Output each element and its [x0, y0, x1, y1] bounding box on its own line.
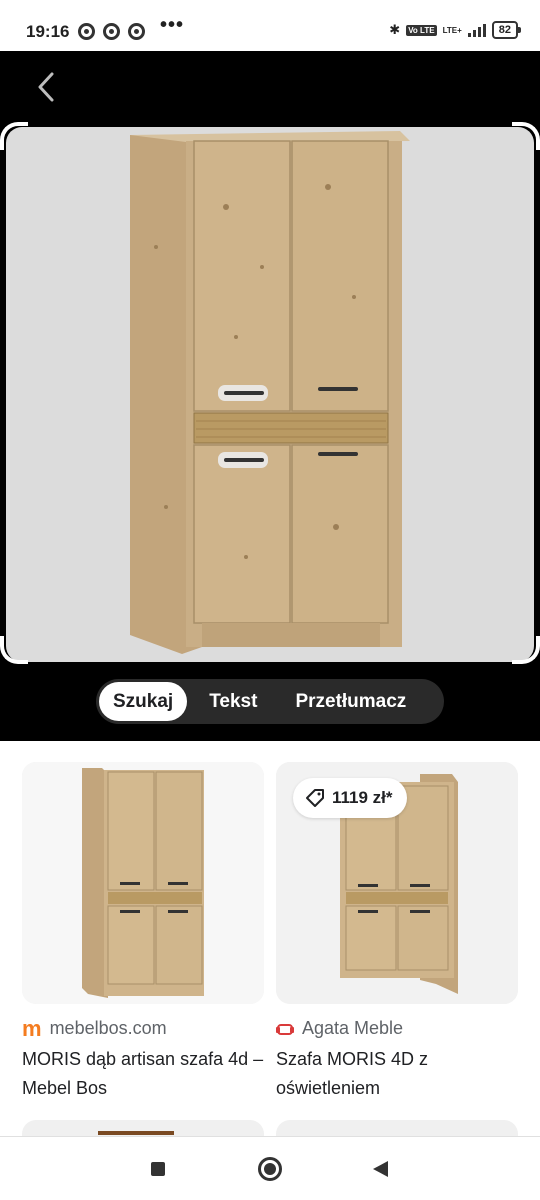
- tab-translate[interactable]: Przetłumacz: [281, 682, 420, 721]
- signal-icon: [467, 23, 486, 37]
- source-name: Agata Meble: [302, 1018, 404, 1038]
- home-button[interactable]: [240, 1137, 300, 1200]
- status-time: 19:16: [26, 22, 70, 41]
- chrome-icon: [128, 23, 145, 40]
- result-title[interactable]: Szafa MORIS 4D z oświetleniem: [276, 1045, 518, 1103]
- tab-text[interactable]: Tekst: [195, 682, 271, 721]
- result-card[interactable]: m mebelbos.com MORIS dąb artisan szafa 4…: [22, 762, 264, 1103]
- wardrobe-thumbnail: [22, 762, 264, 1004]
- price-text: 1119 zł*: [332, 788, 393, 807]
- result-source[interactable]: Agata Meble: [276, 1018, 518, 1039]
- tab-search[interactable]: Szukaj: [99, 682, 188, 721]
- arrow-back-icon: [38, 72, 54, 102]
- battery-icon: 82: [491, 21, 522, 39]
- result-thumbnail[interactable]: [22, 762, 264, 1004]
- bluetooth-icon: ✱: [389, 22, 401, 37]
- triangle-back-icon: [372, 1161, 388, 1177]
- wardrobe-image: [130, 131, 410, 654]
- result-title[interactable]: MORIS dąb artisan szafa 4d – Mebel Bos: [22, 1045, 264, 1103]
- results-panel: m mebelbos.com MORIS dąb artisan szafa 4…: [0, 741, 540, 1136]
- tag-icon: [306, 789, 324, 807]
- chrome-icon: [103, 23, 120, 40]
- source-name: mebelbos.com: [49, 1018, 167, 1038]
- circle-icon: [258, 1157, 282, 1181]
- chrome-icon: [78, 23, 95, 40]
- system-nav-bar: [0, 1136, 540, 1200]
- more-notifications-icon: •••: [160, 14, 185, 36]
- result-card-partial[interactable]: [276, 1120, 518, 1136]
- agata-meble-logo-icon: [276, 1023, 294, 1035]
- result-thumbnail[interactable]: 1119 zł*: [276, 762, 518, 1004]
- mebelbos-logo-icon: m: [22, 1015, 42, 1041]
- result-source[interactable]: m mebelbos.com: [22, 1015, 264, 1041]
- square-icon: [151, 1162, 165, 1176]
- status-indicators: ✱ Vo LTE LTE+ 82: [389, 21, 522, 39]
- search-image[interactable]: [6, 127, 534, 662]
- result-card-partial[interactable]: [22, 1120, 264, 1136]
- back-button[interactable]: [30, 68, 64, 106]
- result-card[interactable]: 1119 zł* Agata Meble Szafa MORIS 4D z oś…: [276, 762, 518, 1103]
- price-badge: 1119 zł*: [293, 778, 407, 818]
- back-nav-button[interactable]: [350, 1137, 410, 1200]
- network-type: LTE+: [442, 25, 462, 35]
- volte-icon: Vo LTE: [406, 24, 437, 36]
- lens-mode-tabs: Szukaj Tekst Przetłumacz: [96, 679, 444, 724]
- recents-button[interactable]: [128, 1137, 188, 1200]
